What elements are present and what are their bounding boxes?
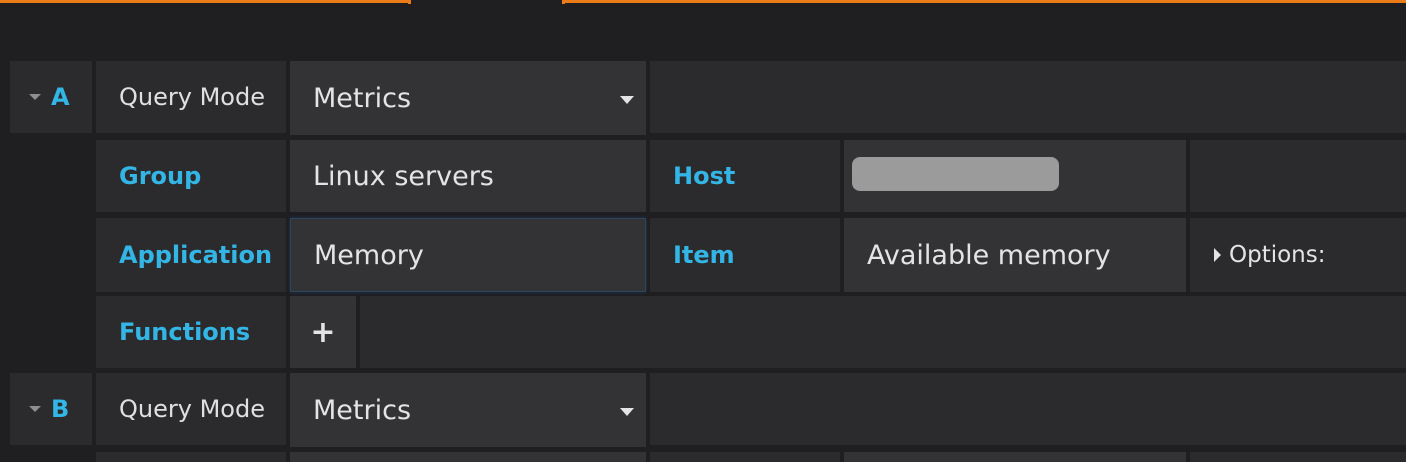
options-toggle[interactable]: Options:	[1190, 218, 1406, 292]
options-label: Options:	[1229, 242, 1326, 268]
host-input[interactable]	[844, 140, 1186, 212]
query-mode-filler	[650, 61, 1406, 133]
group-label: Group	[119, 162, 202, 190]
tab-border-left	[0, 0, 409, 3]
plus-icon: +	[310, 314, 336, 350]
functions-label: Functions	[119, 318, 251, 346]
application-input[interactable]: Memory	[290, 218, 646, 292]
tab-border-corner-right	[562, 0, 565, 4]
query-mode-value: Metrics	[313, 82, 412, 114]
item-label-cell: Item	[650, 218, 840, 292]
query-mode-value: Metrics	[313, 394, 412, 426]
query-mode-label-cell: Query Mode	[96, 61, 286, 133]
query-a-collapse-toggle[interactable]: A	[10, 61, 92, 133]
chevron-right-icon	[1214, 248, 1221, 262]
item-label: Item	[673, 241, 735, 269]
query-b-collapse-toggle[interactable]: B	[10, 373, 92, 445]
collapse-caret-icon	[29, 406, 41, 412]
query-mode-label-cell: Query Mode	[96, 373, 286, 445]
next-row-cell	[290, 452, 646, 462]
chevron-down-icon	[620, 408, 634, 416]
add-function-button[interactable]: +	[290, 296, 356, 368]
host-label: Host	[673, 162, 736, 190]
query-mode-filler	[650, 373, 1406, 445]
group-label-cell: Group	[96, 140, 286, 212]
query-mode-select[interactable]: Metrics	[290, 61, 646, 135]
application-label-cell: Application	[96, 218, 286, 292]
tab-border-corner-left	[408, 0, 411, 4]
host-label-cell: Host	[650, 140, 840, 212]
item-input[interactable]: Available memory	[844, 218, 1186, 292]
next-row-cell	[96, 452, 286, 462]
query-mode-label: Query Mode	[119, 83, 265, 111]
application-value: Memory	[314, 239, 424, 271]
next-row-cell	[650, 452, 840, 462]
query-mode-select[interactable]: Metrics	[290, 373, 646, 447]
group-value: Linux servers	[313, 160, 494, 192]
next-row-cell	[1190, 452, 1406, 462]
group-input[interactable]: Linux servers	[290, 140, 646, 212]
next-row-cell	[844, 452, 1186, 462]
item-value: Available memory	[867, 239, 1111, 271]
tab-border-right	[563, 0, 1406, 3]
functions-label-cell: Functions	[96, 296, 286, 368]
chevron-down-icon	[620, 96, 634, 104]
collapse-caret-icon	[29, 94, 41, 100]
query-ref-label: B	[51, 395, 70, 423]
query-mode-label: Query Mode	[119, 395, 265, 423]
functions-filler	[360, 296, 1406, 368]
application-label: Application	[119, 241, 273, 269]
redacted-host-value	[852, 157, 1059, 191]
query-ref-label: A	[51, 83, 70, 111]
host-row-filler	[1190, 140, 1406, 212]
